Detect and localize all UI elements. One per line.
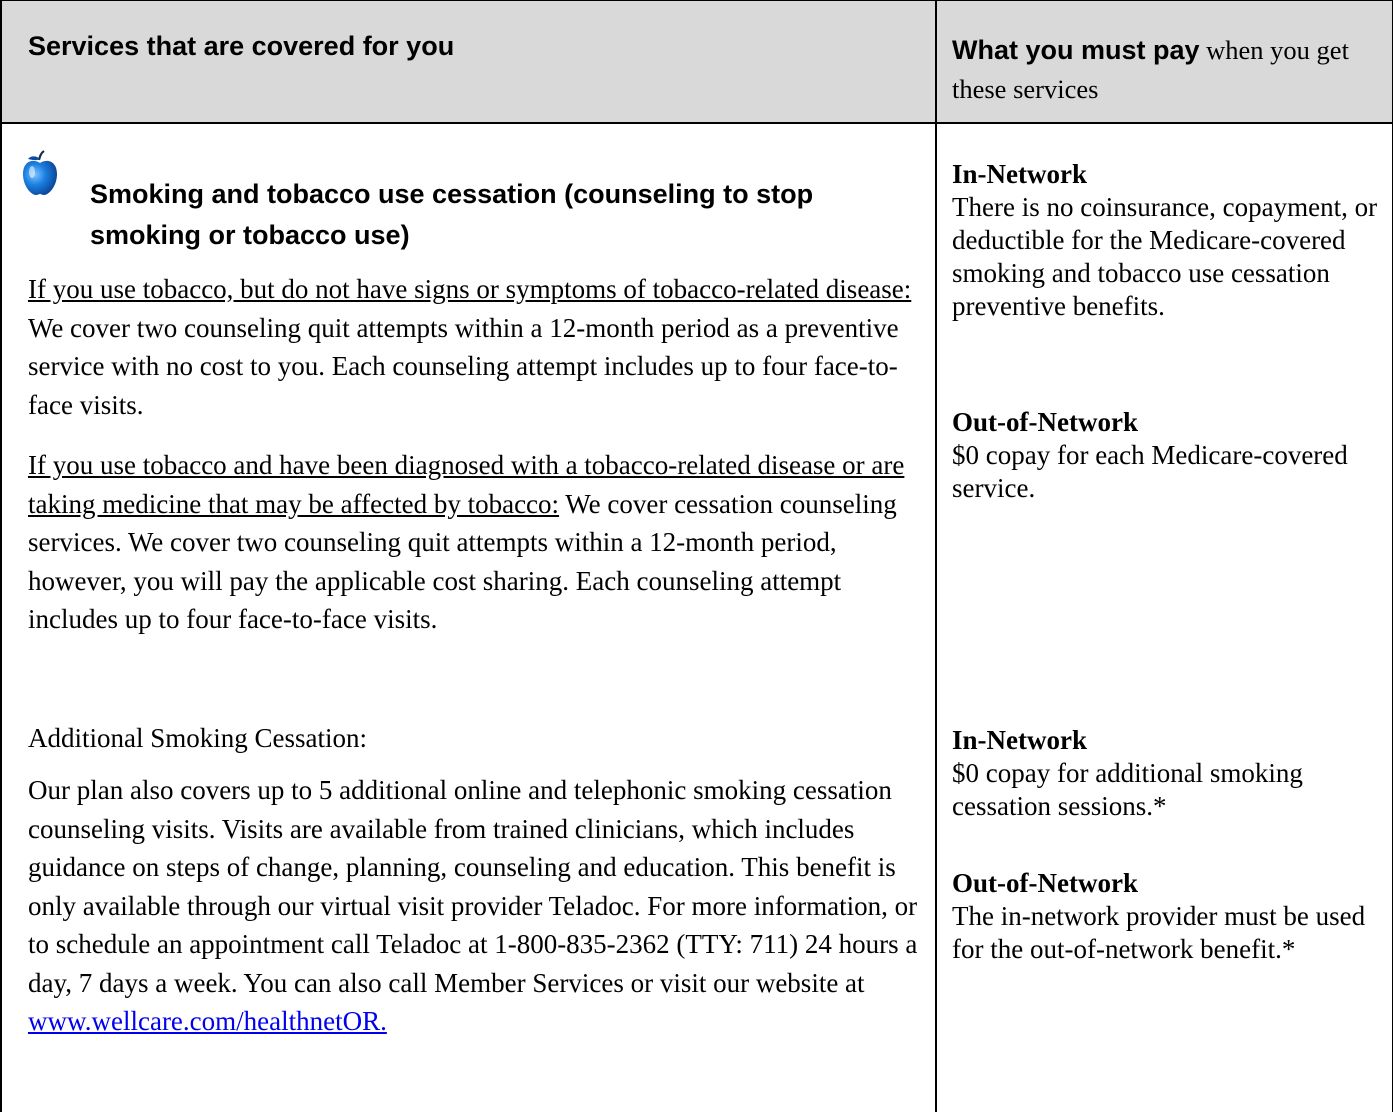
out-of-network-text: $0 copay for each Medicare-covered servi… xyxy=(952,440,1348,503)
paragraph-no-symptoms-condition: If you use tobacco, but do not have sign… xyxy=(28,274,912,304)
out-of-network-label: Out-of-Network xyxy=(952,407,1138,437)
out-of-network-label: Out-of-Network xyxy=(952,868,1138,898)
cost-block-additional-out: Out-of-Network The in-network provider m… xyxy=(952,867,1382,966)
benefits-table: Services that are covered for you What y… xyxy=(0,0,1393,1112)
out-of-network-text: The in-network provider must be used for… xyxy=(952,901,1366,964)
header-cost-label-bold: What you must pay xyxy=(952,35,1200,65)
website-link[interactable]: www.wellcare.com/healthnetOR. xyxy=(28,1006,387,1036)
in-network-label: In-Network xyxy=(952,159,1087,189)
cost-block-preventive: In-Network There is no coinsurance, copa… xyxy=(952,158,1382,323)
additional-cessation-paragraph: Our plan also covers up to 5 additional … xyxy=(28,771,918,1041)
in-network-text: $0 copay for additional smoking cessatio… xyxy=(952,758,1303,821)
in-network-label: In-Network xyxy=(952,725,1087,755)
table-header: Services that are covered for you What y… xyxy=(2,0,1392,124)
cost-block-additional: In-Network $0 copay for additional smoki… xyxy=(952,724,1382,823)
apple-icon xyxy=(23,150,57,195)
additional-cessation-text: Our plan also covers up to 5 additional … xyxy=(28,775,918,998)
in-network-text: There is no coinsurance, copayment, or d… xyxy=(952,192,1378,321)
paragraph-diagnosed: If you use tobacco and have been diagnos… xyxy=(28,446,918,639)
paragraph-no-symptoms-text: We cover two counseling quit attempts wi… xyxy=(28,312,899,420)
header-cost-label: What you must pay when you get these ser… xyxy=(952,31,1372,109)
column-divider xyxy=(935,0,937,1112)
paragraph-no-symptoms: If you use tobacco, but do not have sign… xyxy=(28,270,918,424)
service-title: Smoking and tobacco use cessation (couns… xyxy=(90,179,814,250)
cost-block-preventive-out: Out-of-Network $0 copay for each Medicar… xyxy=(952,406,1382,505)
additional-cessation-heading: Additional Smoking Cessation: xyxy=(28,723,368,753)
header-services-label: Services that are covered for you xyxy=(28,31,455,61)
